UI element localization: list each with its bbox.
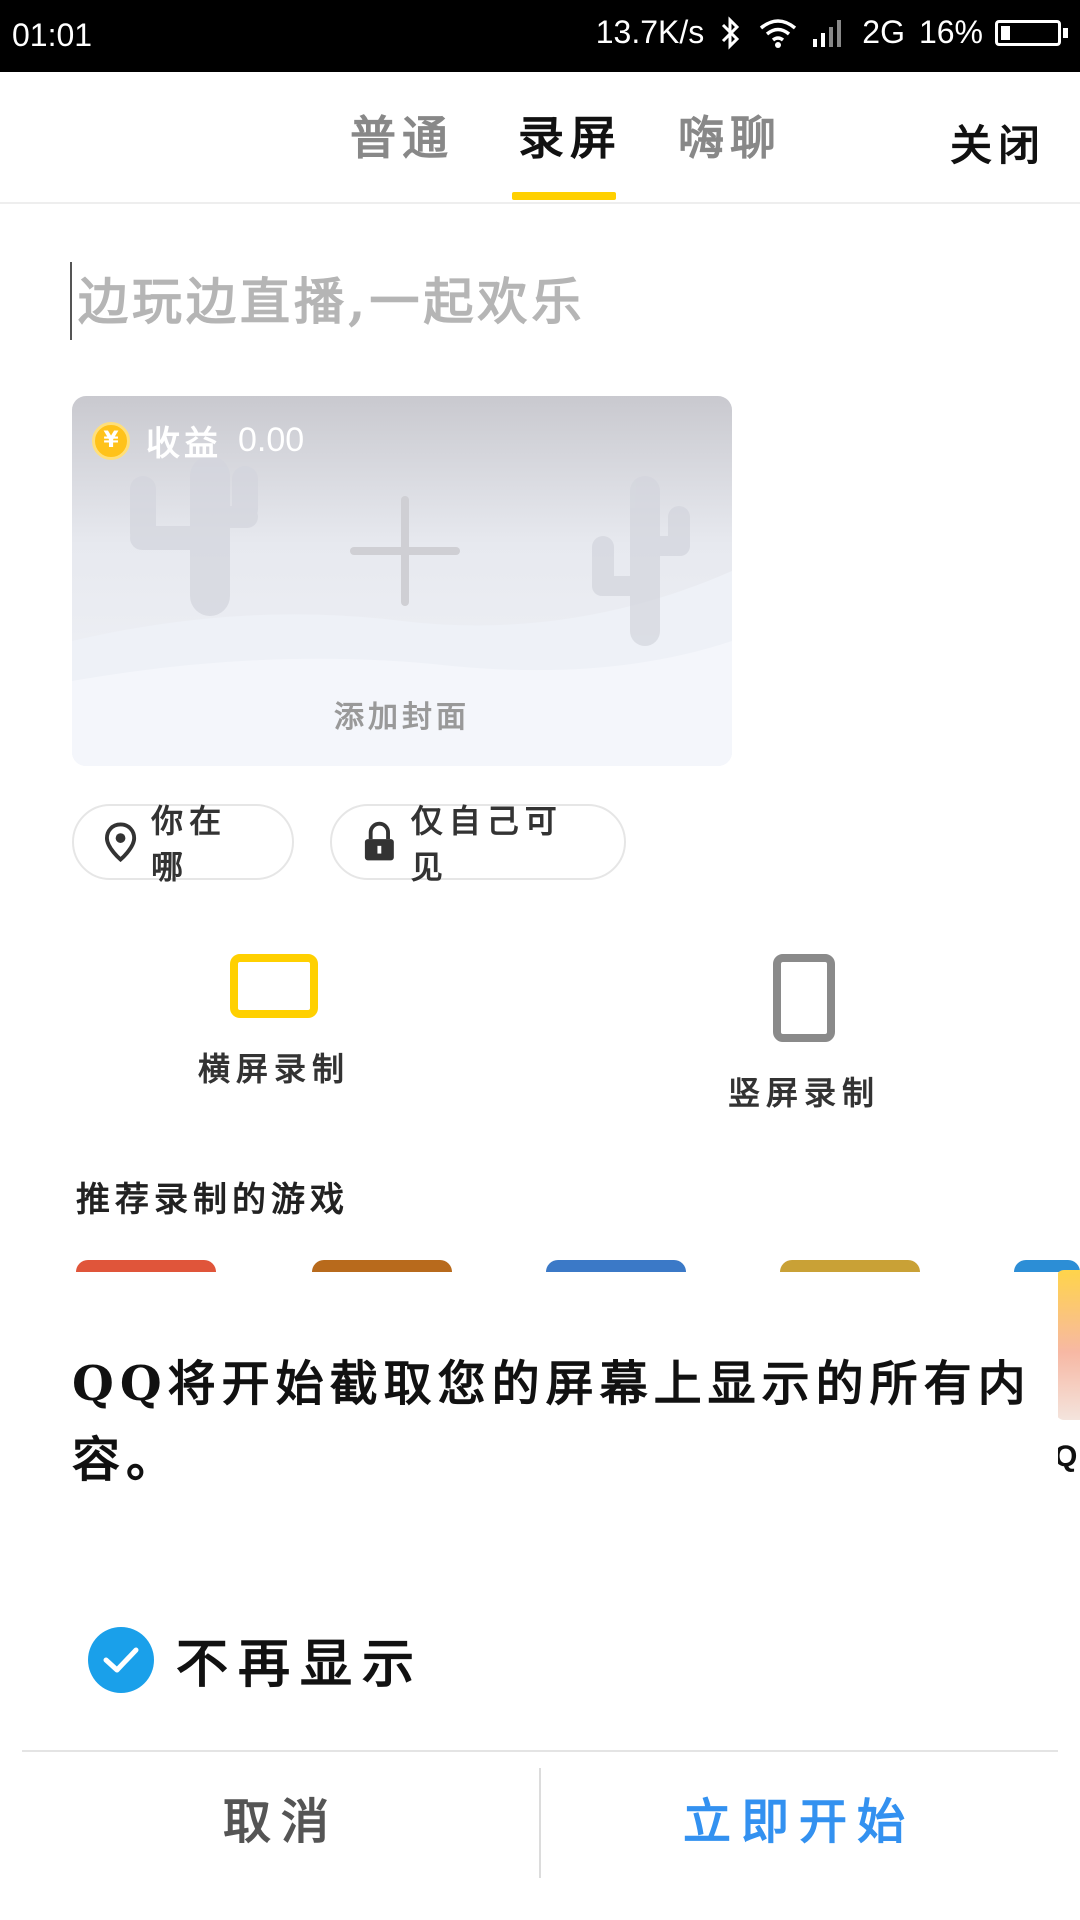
- earnings-value: 0.00: [238, 421, 305, 459]
- coin-icon: ¥: [92, 421, 130, 460]
- status-time: 01:01: [12, 17, 93, 53]
- wifi-icon: [758, 17, 798, 49]
- screen-capture-dialog: QQ将开始截取您的屏幕上显示的所有内容。 不再显示 取消 立即开始: [22, 1272, 1058, 1920]
- status-bar: 01:01 13.7K/s 2G 16%: [0, 0, 1080, 72]
- active-tab-indicator: [512, 192, 616, 200]
- dialog-message: QQ将开始截取您的屏幕上显示的所有内容。: [72, 1356, 1032, 1488]
- game-thumbnail[interactable]: [76, 1260, 216, 1272]
- privacy-label: 仅自己可见: [410, 802, 563, 886]
- network-type: 2G: [862, 14, 905, 50]
- dont-show-again-label: 不再显示: [176, 1634, 425, 1695]
- cancel-button[interactable]: 取消: [22, 1752, 540, 1882]
- portrait-phone-icon: [773, 954, 835, 1042]
- top-header: 普通 录屏 嗨聊 关闭: [0, 72, 1080, 204]
- battery-tip: [1063, 27, 1068, 38]
- lock-icon: [364, 821, 394, 861]
- tab-screen-record[interactable]: 录屏: [518, 102, 622, 168]
- location-button[interactable]: 你在哪: [72, 802, 294, 886]
- tab-normal[interactable]: 普通: [350, 102, 454, 168]
- portrait-record-option[interactable]: 竖屏录制: [684, 954, 924, 1114]
- earnings-label: 收益: [146, 424, 222, 464]
- cover-card[interactable]: ¥ 收益 0.00 添加封面: [72, 396, 732, 766]
- bluetooth-icon: [718, 15, 744, 51]
- battery-percent: 16%: [918, 14, 983, 50]
- status-right: 13.7K/s 2G 16%: [596, 14, 1068, 51]
- live-title-input[interactable]: [70, 262, 980, 340]
- add-cover-label: 添加封面: [334, 700, 470, 735]
- network-speed: 13.7K/s: [595, 14, 705, 50]
- close-button[interactable]: 关闭: [950, 112, 1046, 173]
- signal-icon: [812, 17, 848, 49]
- game-thumbnail[interactable]: [312, 1260, 452, 1272]
- location-label: 你在哪: [151, 802, 228, 886]
- start-now-button[interactable]: 立即开始: [540, 1752, 1058, 1882]
- landscape-phone-icon: [230, 954, 318, 1018]
- check-icon: [88, 1626, 154, 1693]
- battery-icon: [995, 19, 1061, 46]
- portrait-record-label: 竖屏录制: [727, 1074, 880, 1112]
- location-pin-icon: [104, 822, 137, 862]
- games-strip: [0, 1260, 1080, 1272]
- earnings: ¥ 收益 0.00: [92, 416, 304, 465]
- privacy-button[interactable]: 仅自己可见: [330, 802, 626, 886]
- game-thumbnail[interactable]: [546, 1260, 686, 1272]
- dont-show-again-checkbox[interactable]: 不再显示: [88, 1622, 424, 1697]
- game-thumbnail[interactable]: [780, 1260, 920, 1272]
- recommended-games-title: 推荐录制的游戏: [76, 1180, 349, 1220]
- landscape-record-label: 横屏录制: [197, 1050, 350, 1088]
- plus-icon: [350, 496, 460, 606]
- landscape-record-option[interactable]: 横屏录制: [154, 954, 394, 1090]
- tab-chat[interactable]: 嗨聊: [678, 102, 782, 168]
- game-thumbnail-peek[interactable]: [1056, 1270, 1080, 1420]
- battery-fill: [1001, 25, 1010, 40]
- battery: 16%: [919, 14, 1068, 51]
